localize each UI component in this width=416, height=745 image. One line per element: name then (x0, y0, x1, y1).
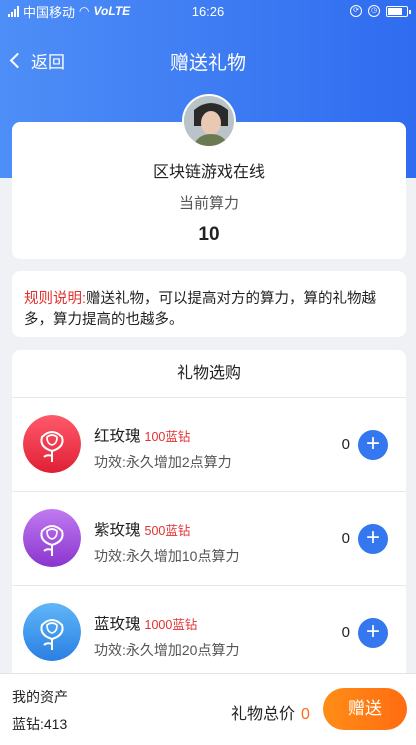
carrier-name: 中国移动 (23, 4, 76, 20)
status-bar: 中国移动 ◠ VoLTE 16:26 ⟳ ◷ (0, 0, 416, 22)
gift-name: 红玫瑰 (94, 428, 141, 445)
power-value: 10 (198, 224, 220, 245)
gift-quantity: 0 (341, 530, 350, 547)
avatar[interactable] (182, 94, 236, 148)
add-gift-button[interactable]: + (358, 618, 388, 648)
gift-name: 蓝玫瑰 (94, 616, 141, 633)
gift-row: 红玫瑰 100蓝钻 功效:永久增加2点算力 0 + (12, 398, 406, 492)
gift-price: 1000蓝钻 (144, 618, 198, 632)
gift-name: 紫玫瑰 (94, 522, 141, 539)
gift-effect: 功效:永久增加10点算力 (94, 548, 240, 564)
profile-name: 区块链游戏在线 (152, 164, 265, 181)
bottom-bar: 我的资产 蓝钻:413 礼物总价 0 赠送 (0, 673, 416, 745)
gift-shop-card: 礼物选购 红玫瑰 100蓝钻 功效:永久增加2点算力 0 + 紫玫瑰 500蓝钻 功… (12, 350, 406, 690)
total-value: 0 (301, 706, 310, 723)
power-label: 当前算力 (178, 195, 239, 212)
alarm-icon: ◷ (368, 5, 380, 17)
gift-row: 紫玫瑰 500蓝钻 功效:永久增加10点算力 0 + (12, 492, 406, 586)
gift-quantity: 0 (341, 436, 350, 453)
rose-icon (23, 415, 81, 473)
send-gift-button[interactable]: 赠送 (323, 688, 407, 730)
add-gift-button[interactable]: + (358, 524, 388, 554)
add-gift-button[interactable]: + (358, 430, 388, 460)
plus-icon: + (365, 618, 380, 645)
rule-card: 规则说明:赠送礼物，可以提高对方的算力，算的礼物越多，算力提高的也越多。 (12, 271, 406, 337)
avatar-image (184, 96, 234, 146)
network-type: VoLTE (93, 4, 131, 18)
page-title: 赠送礼物 (169, 53, 246, 74)
rose-icon (23, 603, 81, 661)
wifi-icon: ◠ (79, 4, 90, 18)
assets-label: 我的资产 (12, 689, 68, 705)
plus-icon: + (365, 524, 380, 551)
gift-row: 蓝玫瑰 1000蓝钻 功效:永久增加20点算力 0 + (12, 586, 406, 680)
gift-price: 500蓝钻 (144, 524, 191, 538)
assets-value: 蓝钻:413 (12, 716, 68, 732)
plus-icon: + (365, 430, 380, 457)
nav-bar: 返回 赠送礼物 (0, 40, 416, 80)
rose-icon (23, 509, 81, 567)
gift-price: 100蓝钻 (144, 430, 191, 444)
gift-effect: 功效:永久增加20点算力 (94, 642, 240, 658)
battery-icon (386, 5, 411, 17)
profile-card: 区块链游戏在线 当前算力 10 (12, 94, 406, 259)
rule-tag: 规则说明: (24, 291, 87, 307)
gift-quantity: 0 (341, 624, 350, 641)
gift-effect: 功效:永久增加2点算力 (94, 454, 232, 470)
total-label: 礼物总价 (231, 706, 296, 723)
shop-title: 礼物选购 (12, 350, 406, 398)
lock-rotation-icon: ⟳ (350, 5, 362, 17)
signal-icon (8, 5, 19, 17)
total-price: 礼物总价 0 (231, 700, 310, 724)
